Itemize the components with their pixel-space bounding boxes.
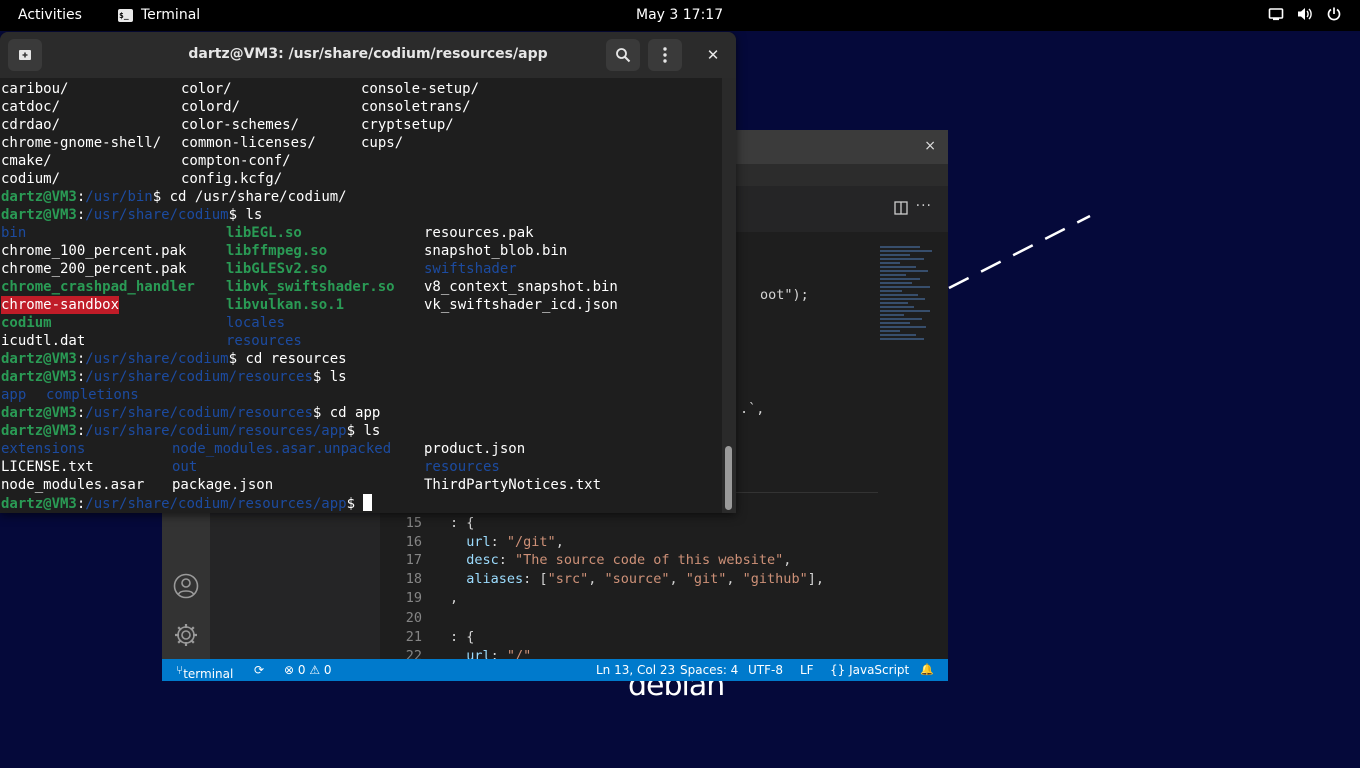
clock[interactable]: May 3 17:17 <box>636 7 723 23</box>
more-actions-icon[interactable]: ··· <box>916 198 932 214</box>
app-menu[interactable]: $_ Terminal <box>118 7 200 23</box>
status-position[interactable]: Ln 13, Col 23 <box>596 663 675 677</box>
account-icon[interactable] <box>173 573 199 599</box>
terminal-output[interactable]: caribou/color/console-setup/ catdoc/colo… <box>0 78 722 513</box>
power-icon <box>1327 7 1341 21</box>
system-tray[interactable] <box>1268 6 1342 22</box>
status-eol[interactable]: LF <box>800 663 814 677</box>
status-problems[interactable]: ⊗ 0 ⚠ 0 <box>284 663 332 677</box>
terminal-close-button[interactable]: ✕ <box>698 39 728 71</box>
code-line: 22 url: "/" <box>405 648 532 659</box>
status-language[interactable]: {} JavaScript <box>830 663 909 677</box>
code-line: 15: { <box>405 515 475 531</box>
split-editor-icon[interactable] <box>894 201 908 215</box>
code-line: 16 url: "/git", <box>405 534 564 550</box>
terminal-prompt-line: dartz@VM3:/usr/share/codium/resources$ l… <box>1 369 347 385</box>
terminal-app-icon: $_ <box>118 8 133 22</box>
terminal-window[interactable]: dartz@VM3: /usr/share/codium/resources/a… <box>0 32 736 513</box>
bell-icon[interactable]: 🔔 <box>920 663 934 676</box>
kebab-menu-icon <box>663 47 667 63</box>
debian-swirl <box>948 214 1091 290</box>
sync-icon[interactable]: ⟳ <box>254 663 264 677</box>
app-menu-label: Terminal <box>141 7 201 23</box>
top-bar: Activities $_ Terminal May 3 17:17 <box>0 0 1360 31</box>
status-encoding[interactable]: UTF-8 <box>748 663 783 677</box>
code-line: 21: { <box>405 629 475 645</box>
status-branch[interactable]: ⑂ terminal <box>176 663 233 681</box>
menu-button[interactable] <box>648 39 682 71</box>
terminal-prompt-line: dartz@VM3:/usr/share/codium$ cd resource… <box>1 351 347 367</box>
terminal-prompt-line: dartz@VM3:/usr/share/codium$ ls <box>1 207 263 223</box>
terminal-cursor <box>363 494 373 511</box>
editor-close-button[interactable]: × <box>924 138 936 154</box>
terminal-prompt-line: dartz@VM3:/usr/share/codium/resources/ap… <box>1 423 381 439</box>
code-fragment: oot"); <box>760 287 809 303</box>
code-line: 19, <box>405 590 459 606</box>
terminal-prompt-line: dartz@VM3:/usr/share/codium/resources$ c… <box>1 405 381 421</box>
screen-icon <box>1268 8 1284 21</box>
gear-icon[interactable] <box>173 622 199 648</box>
volume-icon <box>1298 8 1312 20</box>
status-bar: ⑂ terminal ⟳ ⊗ 0 ⚠ 0 Ln 13, Col 23 Space… <box>162 659 948 681</box>
terminal-prompt-line: dartz@VM3:/usr/bin$ cd /usr/share/codium… <box>1 189 347 205</box>
activities-button[interactable]: Activities <box>18 7 82 23</box>
minimap[interactable] <box>880 246 936 426</box>
search-icon <box>616 48 631 63</box>
code-line: 17 desc: "The source code of this websit… <box>405 552 792 568</box>
code-line: 20 <box>405 610 422 626</box>
terminal-scrollbar-thumb[interactable] <box>725 446 732 510</box>
search-button[interactable] <box>606 39 640 71</box>
code-fragment: .`, <box>740 401 765 417</box>
terminal-headerbar[interactable]: dartz@VM3: /usr/share/codium/resources/a… <box>0 32 736 78</box>
status-spaces[interactable]: Spaces: 4 <box>680 663 738 677</box>
terminal-current-prompt[interactable]: dartz@VM3:/usr/share/codium/resources/ap… <box>1 494 373 512</box>
code-line: 18 aliases: ["src", "source", "git", "gi… <box>405 571 824 587</box>
